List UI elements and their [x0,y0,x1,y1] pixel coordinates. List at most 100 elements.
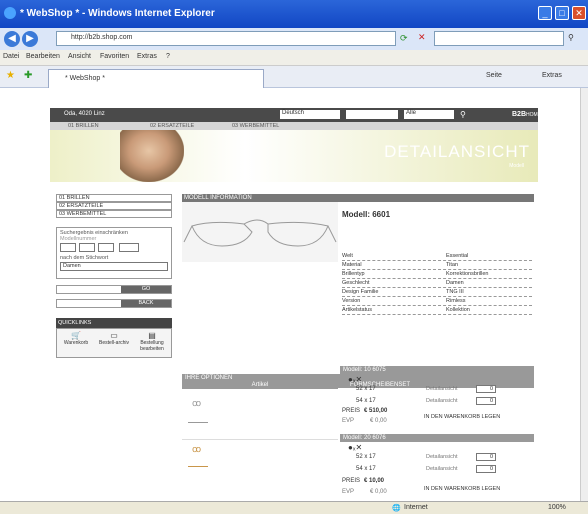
window-title: * WebShop * - Windows Internet Explorer [20,8,215,19]
url-input[interactable]: http://b2b.shop.com [56,31,396,46]
detail-link[interactable]: Detailansicht [426,386,458,392]
hero-banner: DETAILANSICHT Modell [50,130,538,182]
back-button[interactable]: BACK [121,300,171,307]
evp-label: EVP [342,489,355,495]
menu-extras[interactable]: Extras [137,53,157,60]
language-select[interactable]: Deutsch [280,110,340,119]
model-photo [120,130,184,182]
price-label: PREIS [342,408,361,414]
go-row: GO [56,285,172,294]
price-value: € 10,00 [364,478,385,484]
size-label: 54 x 17 [356,466,376,472]
close-button[interactable]: ✕ [572,6,586,20]
add-to-cart-link[interactable]: IN DEN WARENKORB LEGEN [424,414,500,420]
option-image-1: ꝏ [182,390,338,440]
search-icon-2[interactable]: ⚲ [460,110,466,119]
attr-value: Rimless [446,298,466,304]
attr-label: Design Familie [342,289,379,295]
size-label: 54 x 17 [356,398,376,404]
size-label: 52 x 17 [356,386,376,392]
edit-order-icon: ▤ [148,331,156,340]
header-bar: Oda, 4020 Linz Deutsch Alle ⚲ B2B HOME [50,108,541,122]
menu-bearbeiten[interactable]: Bearbeiten [26,53,60,60]
refresh-icon[interactable]: ⟳ [400,33,408,44]
keyword-label: nach dem Stichwort [60,255,109,261]
sidebar-item-ersatzteile[interactable]: 02 ERSATZTEILE [56,202,172,210]
option-title-2: Modell: 20 6076 [340,434,534,442]
model-input-1[interactable] [60,243,76,252]
edit-order-link[interactable]: ▤ Bestellung bearbeiten [133,331,171,352]
category-select[interactable]: Alle [404,110,454,119]
search-input[interactable] [434,31,564,46]
attr-label: Material [342,262,362,268]
sidebar-item-brillen[interactable]: 01 BRILLEN [56,194,172,202]
star-icon[interactable]: ★ [6,70,15,81]
stop-icon[interactable]: ✕ [418,32,426,43]
hero-sub: Modell [509,163,524,169]
nav-werbemittel[interactable]: 03 WERBEMITTEL [232,123,279,129]
model-label: Modellnummer [60,236,97,242]
glasses-drawing [183,219,337,247]
status-bar: 🌐 Internet 100% [0,501,588,514]
attr-value: Kollektion [446,307,470,313]
model-input-3[interactable] [98,243,114,252]
keyword-select[interactable]: Damen [60,262,168,271]
maximize-button[interactable]: □ [555,6,569,20]
sidebar-item-werbemittel[interactable]: 03 WERBEMITTEL [56,210,172,218]
menu-help[interactable]: ? [166,53,170,60]
add-favorite-icon[interactable]: ✚ [24,70,32,81]
detail-link[interactable]: Detailansicht [426,454,458,460]
attr-value: Essential [446,253,469,259]
ie-icon [4,7,16,19]
menu-favoriten[interactable]: Favoriten [100,53,129,60]
quicklinks-panel: 🛒 Warenkorb ▭ Bestell-archiv ▤ Bestellung b… [56,328,172,358]
home-link[interactable]: HOME [526,112,541,118]
size-label: 52 x 17 [356,454,376,460]
attr-label: Welt [342,253,353,259]
menu-bar: Datei Bearbeiten Ansicht Favoriten Extra… [0,50,588,66]
zoom-level[interactable]: 100% [548,504,566,511]
cart-link[interactable]: 🛒 Warenkorb [57,331,95,346]
quicklinks-header: QUICKLINKS [56,318,172,328]
back-icon[interactable]: ◀ [4,31,20,47]
go-button[interactable]: GO [121,286,171,293]
top-nav: 01 BRILLEN 02 ERSATZTEILE 03 WERBEMITTEL [50,122,538,130]
model-input-2[interactable] [79,243,95,252]
archive-link[interactable]: ▭ Bestell-archiv [95,331,133,346]
qty-input[interactable]: 0 [476,465,496,473]
page-menu[interactable]: Seite [486,72,502,79]
attr-value: Korrektionsbrillen [446,271,489,277]
nav-brillen[interactable]: 01 BRILLEN [68,123,99,129]
search-icon[interactable]: ⚲ [568,33,574,42]
option-image-2: ꝏ [182,440,338,490]
qty-input[interactable]: 0 [476,397,496,405]
nav-ersatzteile[interactable]: 02 ERSATZTEILE [150,123,194,129]
search-field[interactable] [346,110,398,119]
detail-link[interactable]: Detailansicht [426,466,458,472]
tab-webshop[interactable]: * WebShop * [48,69,264,88]
detail-link[interactable]: Detailansicht [426,398,458,404]
cart-icon: 🛒 [71,331,81,340]
evp-value: € 0,00 [370,418,387,424]
menu-ansicht[interactable]: Ansicht [68,53,91,60]
qty-input[interactable]: 0 [476,453,496,461]
attr-label: Brillentyp [342,271,365,277]
tools-menu[interactable]: Extras [542,72,562,79]
globe-icon: 🌐 [392,505,401,512]
b2b-label[interactable]: B2B [512,111,526,118]
price-value: € 510,00 [364,408,388,414]
color-swatch-icon: ●ₓ✕ [348,375,363,384]
vertical-scrollbar[interactable] [580,88,588,501]
location-text: Oda, 4020 Linz [64,111,105,117]
model-name: Modell: 6601 [342,210,391,219]
attr-value: Damen [446,280,464,286]
model-input-4[interactable] [119,243,139,252]
qty-input[interactable]: 0 [476,385,496,393]
evp-value: € 0,00 [370,489,387,495]
forward-icon[interactable]: ▶ [22,31,38,47]
attr-label: Geschlecht [342,280,370,286]
attr-value: TNG III [446,289,464,295]
menu-datei[interactable]: Datei [3,53,19,60]
add-to-cart-link[interactable]: IN DEN WARENKORB LEGEN [424,486,500,492]
minimize-button[interactable]: _ [538,6,552,20]
